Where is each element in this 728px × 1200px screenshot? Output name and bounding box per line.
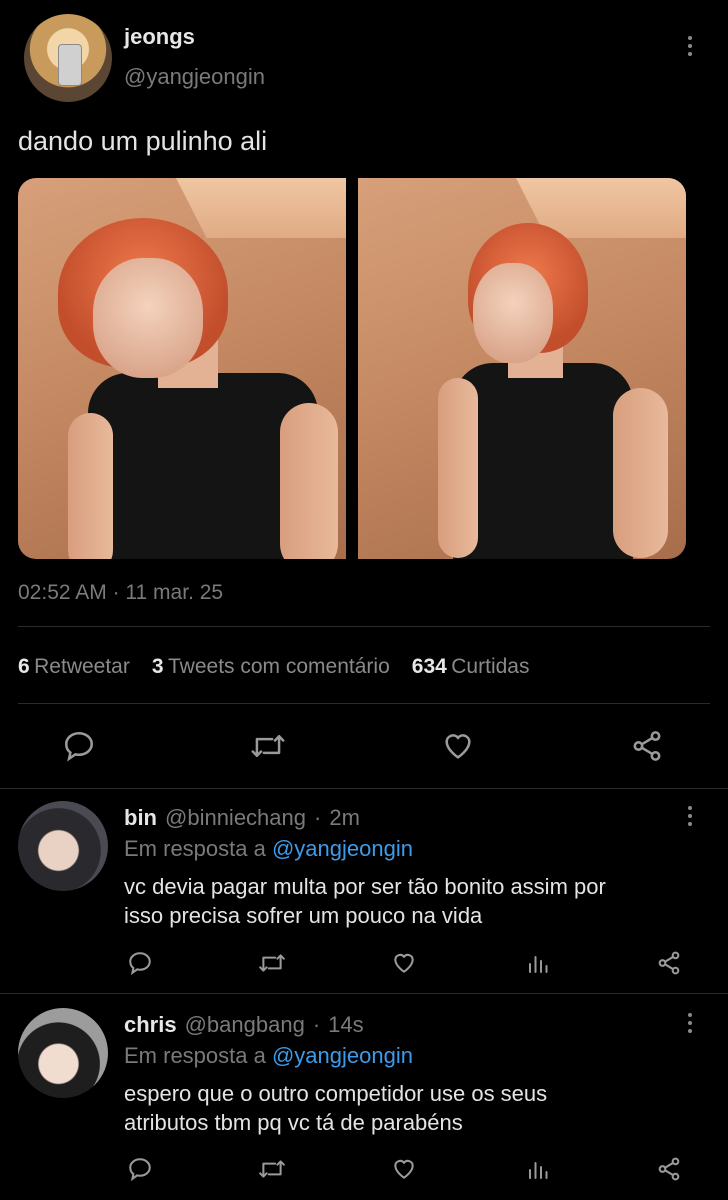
retweets-stat[interactable]: 6 Retweetar — [18, 655, 130, 679]
reply-avatar[interactable] — [18, 1008, 108, 1098]
divider — [0, 993, 728, 994]
retweet-icon[interactable] — [250, 729, 286, 763]
reply-text: espero que o outro competidor use os seu… — [124, 1079, 694, 1137]
share-icon[interactable] — [656, 950, 682, 976]
reply-avatar[interactable] — [18, 801, 108, 891]
like-icon[interactable] — [441, 729, 475, 763]
divider — [0, 788, 728, 789]
reply-header: chris @bangbang · 14s — [124, 1012, 364, 1038]
tweet-timestamp: 02:52 AM · 11 mar. 25 — [18, 581, 223, 605]
reply-text-line: isso precisa sofrer um pouco na vida — [124, 903, 483, 928]
tweet-stats: 6 Retweetar 3 Tweets com comentário 634 … — [18, 655, 529, 679]
reply-context: Em resposta a @yangjeongin — [124, 1043, 413, 1069]
reply-mention-link[interactable]: @yangjeongin — [272, 1043, 413, 1068]
tweet-text: dando um pulinho ali — [18, 126, 268, 156]
author-handle[interactable]: @yangjeongin — [124, 64, 265, 90]
retweet-icon[interactable] — [258, 1156, 286, 1182]
author-name[interactable]: jeongs — [124, 24, 195, 50]
like-icon[interactable] — [391, 1156, 417, 1182]
reply-text-line: vc devia pagar multa por ser tão bonito … — [124, 874, 606, 899]
reply-text: vc devia pagar multa por ser tão bonito … — [124, 872, 694, 930]
tweet-date: 11 mar. 25 — [125, 581, 224, 604]
more-options-icon[interactable] — [687, 36, 693, 56]
reply-context: Em resposta a @yangjeongin — [124, 836, 413, 862]
reply-time: 2m — [329, 805, 360, 830]
analytics-icon[interactable] — [526, 1156, 550, 1182]
reply-icon[interactable] — [127, 1156, 153, 1182]
retweet-icon[interactable] — [258, 950, 286, 976]
tweet-photo-2[interactable] — [358, 178, 686, 559]
separator-dot: · — [112, 581, 120, 604]
reply-mention-link[interactable]: @yangjeongin — [272, 836, 413, 861]
separator-dot: · — [312, 1012, 321, 1037]
reply-author-handle[interactable]: @binniechang — [165, 805, 306, 831]
reply-header: bin @binniechang · 2m — [124, 805, 360, 831]
reply-author-name[interactable]: chris — [124, 1012, 177, 1038]
share-icon[interactable] — [630, 729, 664, 763]
divider — [18, 626, 710, 627]
analytics-icon[interactable] — [526, 950, 550, 976]
share-icon[interactable] — [656, 1156, 682, 1182]
reply-icon[interactable] — [127, 950, 153, 976]
tweet-time: 02:52 AM — [18, 581, 107, 604]
separator-dot: · — [314, 805, 322, 830]
tweet-photo-1[interactable] — [18, 178, 346, 559]
reply-author-name[interactable]: bin — [124, 805, 157, 831]
reply-text-line: atributos tbm pq vc tá de parabéns — [124, 1110, 463, 1135]
reply-text-line: espero que o outro competidor use os seu… — [124, 1081, 548, 1106]
reply-icon[interactable] — [62, 729, 96, 763]
divider — [18, 703, 710, 704]
more-options-icon[interactable] — [687, 806, 693, 826]
like-icon[interactable] — [391, 950, 417, 976]
likes-stat[interactable]: 634 Curtidas — [412, 655, 530, 679]
reply-author-handle[interactable]: @bangbang — [185, 1012, 305, 1038]
reply-prefix: Em resposta a — [124, 836, 266, 861]
quotes-stat[interactable]: 3 Tweets com comentário — [152, 655, 390, 679]
reply-time: 14s — [328, 1012, 364, 1037]
reply-prefix: Em resposta a — [124, 1043, 266, 1068]
author-avatar[interactable] — [24, 14, 112, 102]
more-options-icon[interactable] — [687, 1013, 693, 1033]
